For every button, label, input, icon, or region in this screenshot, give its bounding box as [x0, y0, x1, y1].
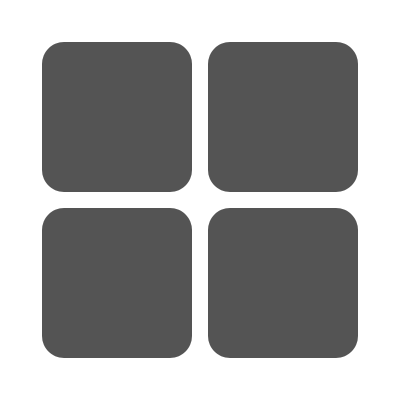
grid-tile-bottom-left — [42, 208, 192, 358]
grid-icon[interactable] — [42, 42, 358, 358]
canvas — [0, 0, 400, 400]
grid-tile-top-right — [208, 42, 358, 192]
grid-tile-bottom-right — [208, 208, 358, 358]
grid-tile-top-left — [42, 42, 192, 192]
